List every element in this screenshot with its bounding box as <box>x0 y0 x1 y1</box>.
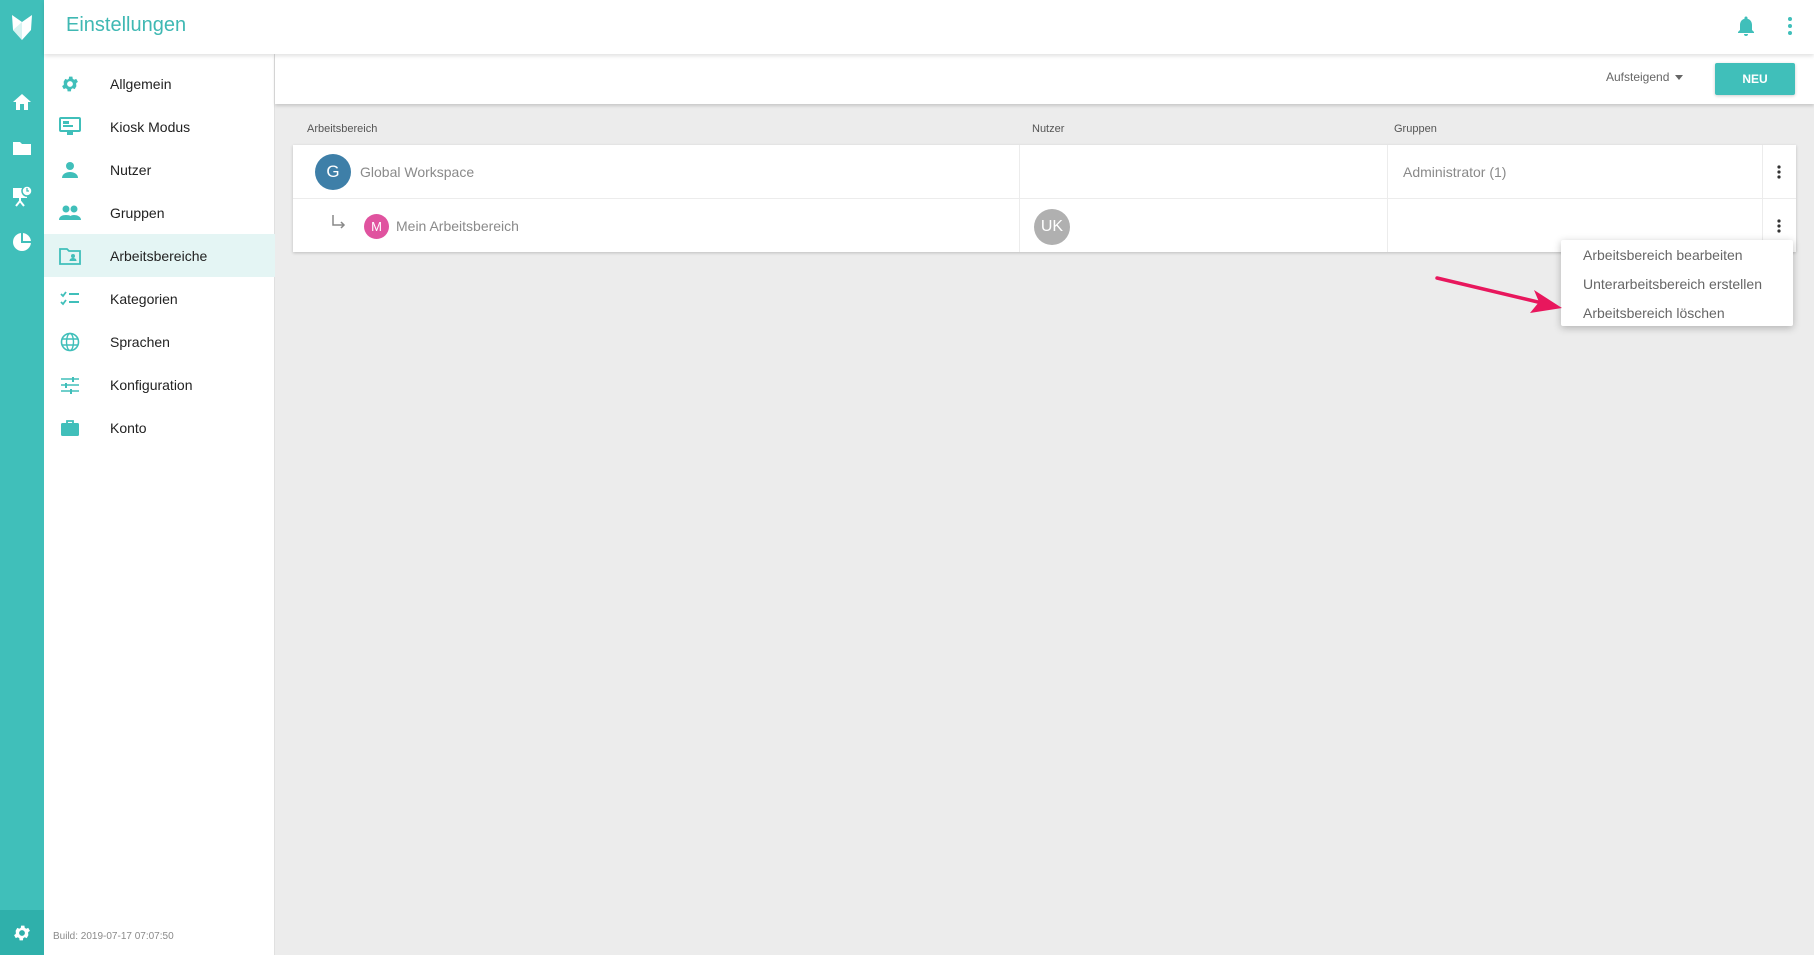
bell-icon[interactable] <box>1734 14 1758 38</box>
sort-label: Aufsteigend <box>1606 70 1670 84</box>
page-title: Einstellungen <box>66 14 187 36</box>
sidebar-item-allgemein[interactable]: Allgemein <box>44 62 275 105</box>
sidebar-item-label: Kiosk Modus <box>110 118 191 135</box>
column-header-users[interactable]: Nutzer <box>1032 123 1064 135</box>
table-row[interactable]: G Global Workspace Administrator (1) <box>293 145 1796 199</box>
briefcase-icon <box>58 416 82 440</box>
sliders-icon <box>58 373 82 397</box>
content-toolbar: Aufsteigend NEU <box>275 54 1814 104</box>
home-icon[interactable] <box>0 82 44 122</box>
sidebar-item-kiosk-modus[interactable]: Kiosk Modus <box>44 105 275 148</box>
new-button[interactable]: NEU <box>1715 63 1795 95</box>
gear-icon <box>58 72 82 96</box>
workspace-icon <box>58 244 82 268</box>
sidebar-item-gruppen[interactable]: Gruppen <box>44 191 275 234</box>
more-vert-icon[interactable] <box>1767 214 1791 238</box>
column-header-groups[interactable]: Gruppen <box>1394 123 1437 135</box>
user-avatar[interactable]: UK <box>1034 209 1070 245</box>
checklist-icon <box>58 287 82 311</box>
sidebar-item-label: Nutzer <box>110 161 152 178</box>
menu-item-create-subworkspace[interactable]: Unterarbeitsbereich erstellen <box>1561 269 1793 298</box>
app-rail <box>0 0 44 955</box>
sidebar-item-nutzer[interactable]: Nutzer <box>44 148 275 191</box>
row-actions-menu: Arbeitsbereich bearbeiten Unterarbeitsbe… <box>1561 240 1793 326</box>
sidebar-item-label: Allgemein <box>110 75 172 92</box>
workspace-name: Mein Arbeitsbereich <box>396 218 519 234</box>
gear-icon[interactable] <box>0 910 44 955</box>
more-vert-icon[interactable] <box>1778 14 1802 38</box>
more-vert-icon[interactable] <box>1767 160 1791 184</box>
sidebar-item-sprachen[interactable]: Sprachen <box>44 320 275 363</box>
workspace-table: G Global Workspace Administrator (1) M M… <box>293 145 1796 252</box>
sidebar-item-label: Konfiguration <box>110 376 193 393</box>
sidebar-item-label: Konto <box>110 419 147 436</box>
sidebar-item-konto[interactable]: Konto <box>44 406 275 449</box>
logo-icon[interactable] <box>0 0 44 54</box>
monitor-icon <box>58 115 82 139</box>
build-info: Build: 2019-07-17 07:07:50 <box>53 931 174 942</box>
settings-sidebar: Allgemein Kiosk Modus Nutzer Gruppen Arb… <box>44 54 275 955</box>
folder-icon[interactable] <box>0 128 44 168</box>
workspace-groups: Administrator (1) <box>1403 164 1507 180</box>
presentation-icon[interactable] <box>0 176 44 216</box>
sidebar-item-kategorien[interactable]: Kategorien <box>44 277 275 320</box>
sidebar-item-label: Arbeitsbereiche <box>110 247 208 264</box>
person-icon <box>58 158 82 182</box>
top-header: Einstellungen <box>44 0 1814 54</box>
pie-chart-icon[interactable] <box>0 222 44 262</box>
menu-item-delete-workspace[interactable]: Arbeitsbereich löschen <box>1561 298 1793 327</box>
workspace-avatar: M <box>364 214 389 239</box>
subdirectory-arrow-icon <box>331 214 347 237</box>
sidebar-item-konfiguration[interactable]: Konfiguration <box>44 363 275 406</box>
workspace-name: Global Workspace <box>360 164 475 180</box>
sidebar-item-label: Kategorien <box>110 290 178 307</box>
column-header-workspace[interactable]: Arbeitsbereich <box>307 123 377 135</box>
sidebar-item-label: Gruppen <box>110 204 165 221</box>
caret-down-icon <box>1675 74 1684 80</box>
globe-icon <box>58 330 82 354</box>
people-icon <box>58 201 82 225</box>
workspace-avatar: G <box>315 154 351 190</box>
sidebar-item-arbeitsbereiche[interactable]: Arbeitsbereiche <box>44 234 275 277</box>
menu-item-edit-workspace[interactable]: Arbeitsbereich bearbeiten <box>1561 240 1793 269</box>
annotation-arrow <box>1435 276 1562 313</box>
sort-dropdown[interactable]: Aufsteigend <box>1606 70 1684 84</box>
sidebar-item-label: Sprachen <box>110 333 170 350</box>
